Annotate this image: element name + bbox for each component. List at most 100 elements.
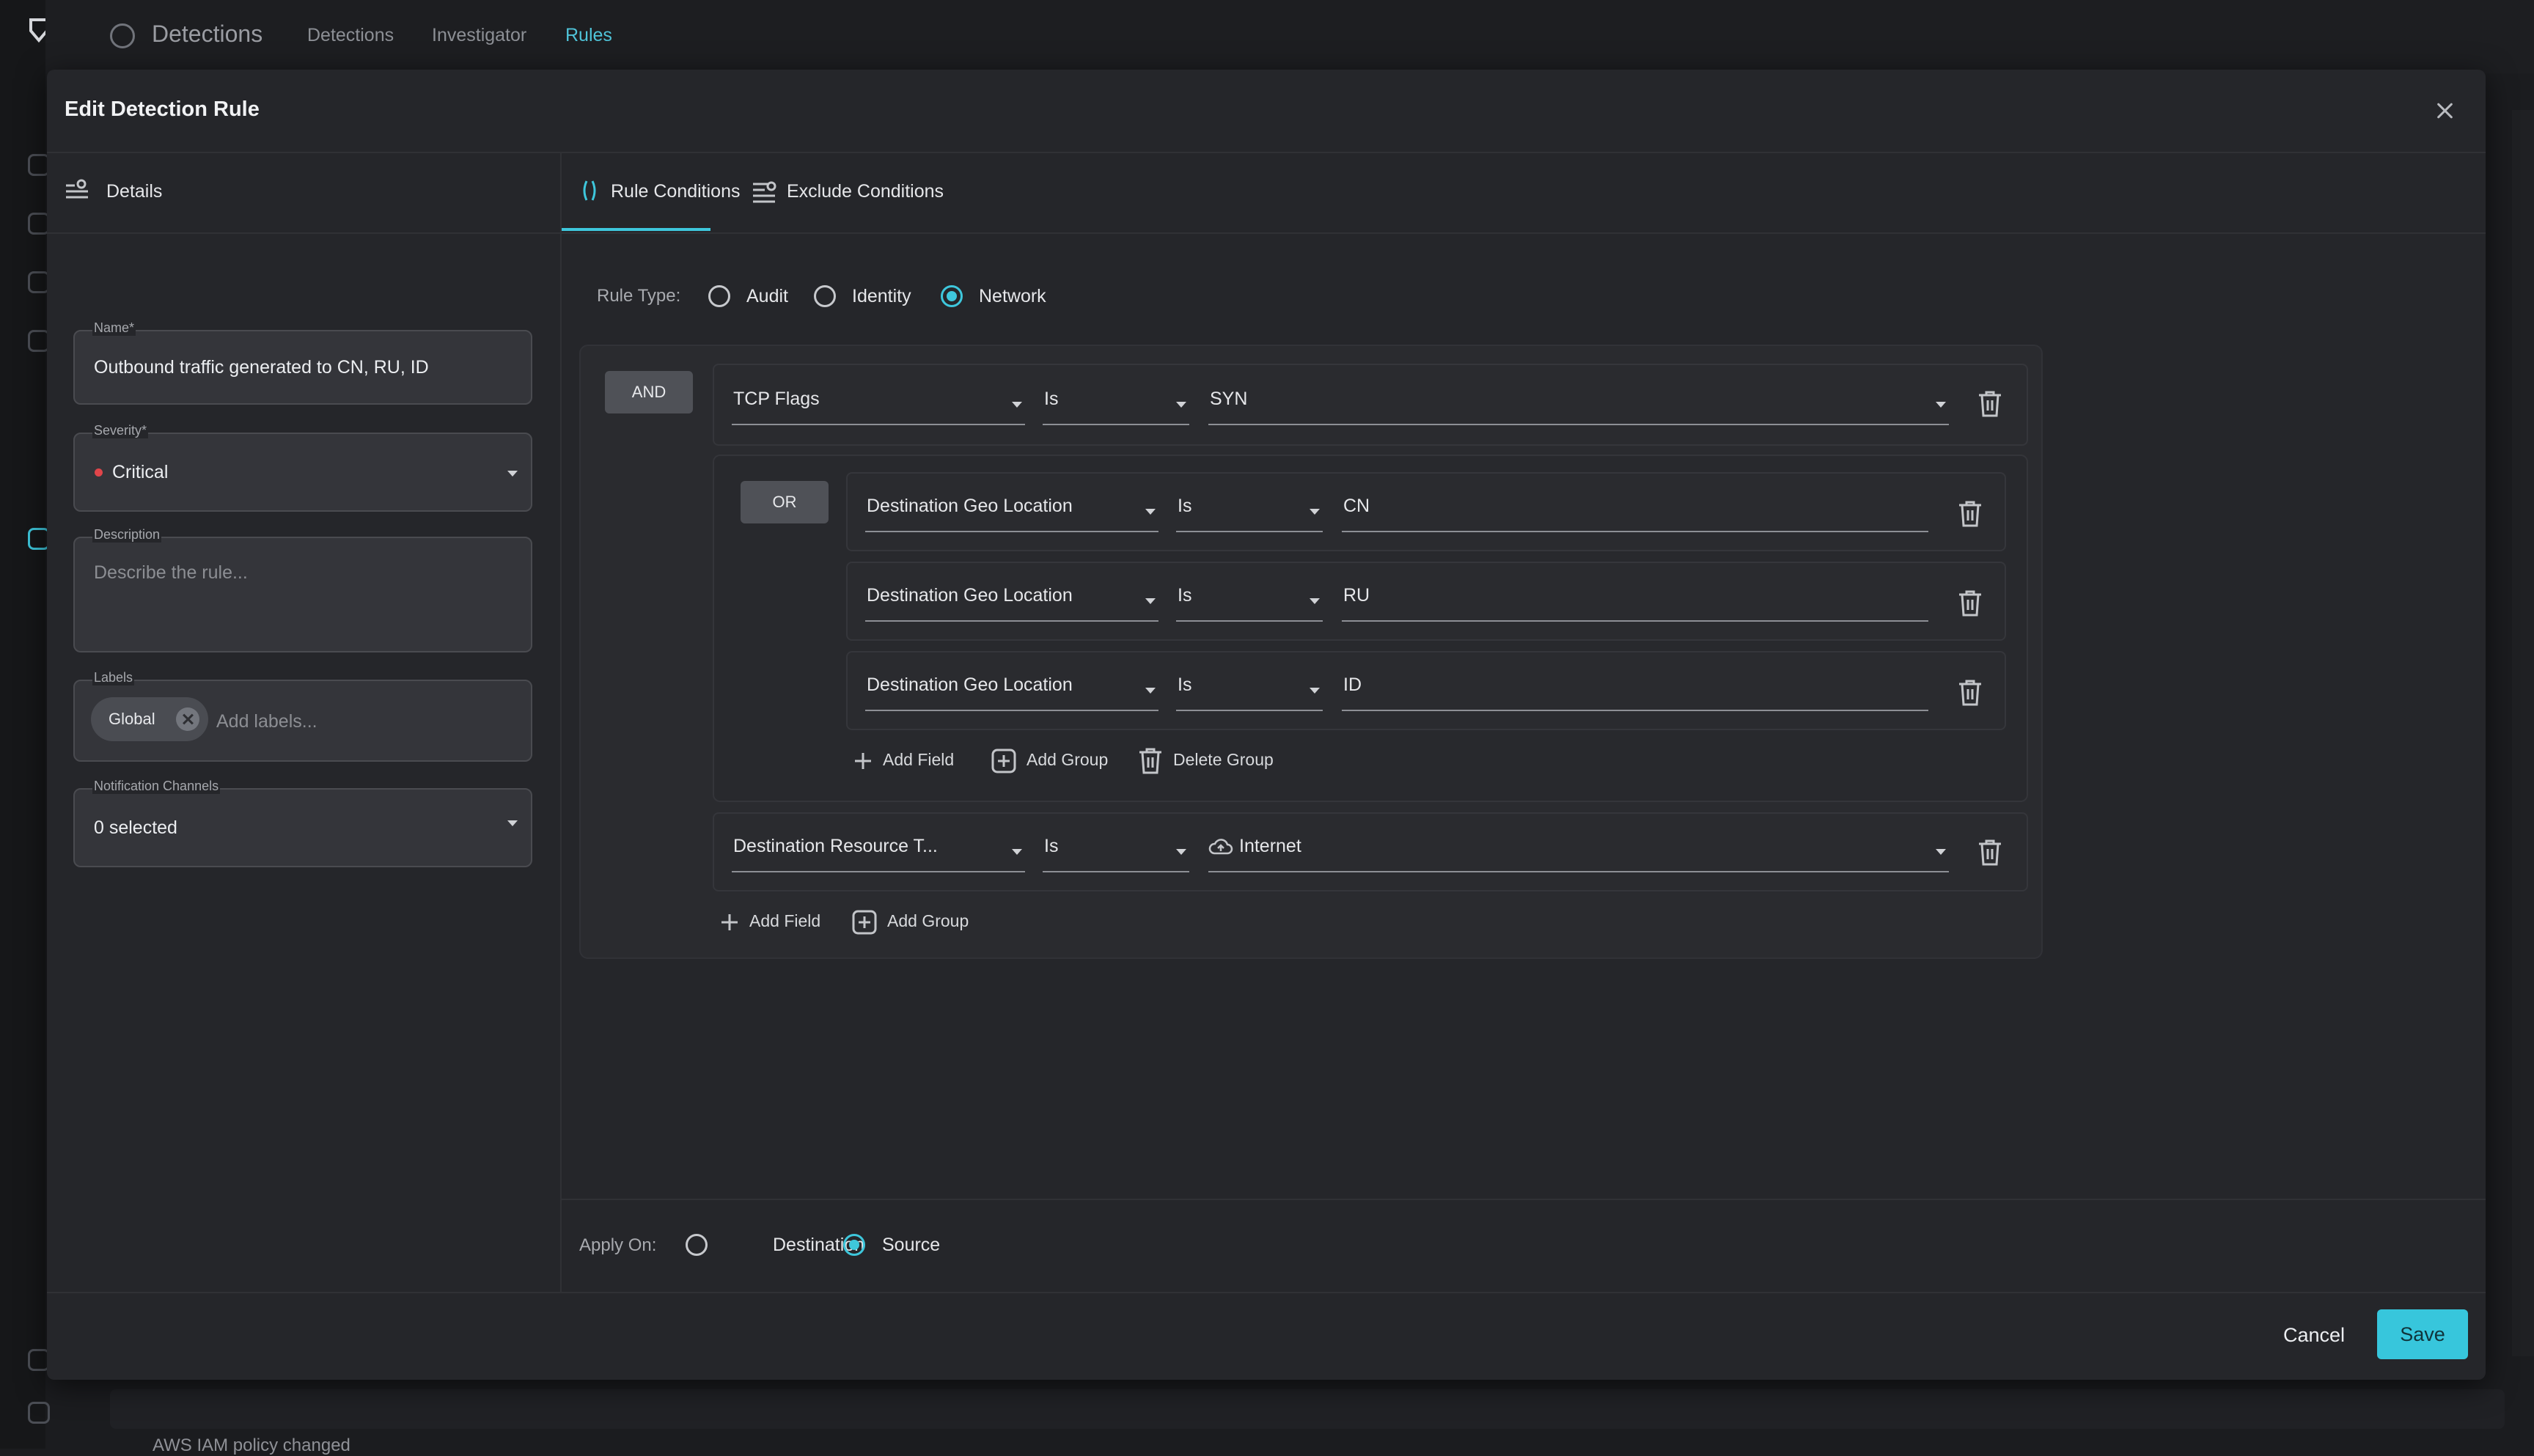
value-input[interactable]: CN (1342, 482, 1928, 532)
field-select-value: Destination Resource T... (733, 836, 938, 856)
description-label: Description (92, 527, 162, 543)
notification-channels-select[interactable]: 0 selected (73, 788, 532, 867)
field-select-value: TCP Flags (733, 389, 820, 409)
condition-row-geo-id: Destination Geo Location Is ID (846, 651, 2006, 730)
add-field-label: Add Field (749, 911, 821, 930)
field-select[interactable]: Destination Geo Location (865, 661, 1158, 711)
severity-select[interactable]: Critical (73, 433, 532, 512)
delete-trash-icon[interactable] (1977, 390, 2002, 418)
radio-network-label: Network (979, 286, 1046, 306)
condition-row-resource-type: Destination Resource T... Is Internet (713, 812, 2028, 891)
group-add-group-button[interactable]: Add Group (991, 749, 1108, 773)
radio-audit-label: Audit (746, 286, 788, 306)
value-input[interactable]: RU (1342, 572, 1928, 622)
chevron-down-icon (1936, 402, 1946, 408)
delete-trash-icon[interactable] (1958, 679, 1983, 707)
tab-rule-conditions-label: Rule Conditions (611, 181, 741, 202)
cancel-button[interactable]: Cancel (2283, 1324, 2345, 1347)
condition-row-geo-cn: Destination Geo Location Is CN (846, 472, 2006, 551)
details-panel: Details Outbound traffic generated to CN… (47, 152, 562, 1292)
tab-rule-conditions[interactable]: Rule Conditions (562, 152, 741, 232)
operator-select[interactable]: Is (1176, 661, 1323, 711)
chevron-down-icon (1145, 598, 1156, 604)
cloud-icon (1208, 839, 1233, 855)
nav-investigator[interactable]: Investigator (432, 25, 526, 46)
nav-detections[interactable]: Detections (307, 25, 394, 46)
group-add-group-label: Add Group (1027, 750, 1109, 770)
rail-user-settings-icon[interactable] (28, 1402, 50, 1424)
radio-destination[interactable] (686, 1234, 708, 1256)
field-select[interactable]: TCP Flags (732, 375, 1025, 425)
chevron-down-icon (1936, 849, 1946, 855)
or-operator-button[interactable]: OR (741, 481, 829, 523)
condition-row-geo-ru: Destination Geo Location Is RU (846, 562, 2006, 641)
radio-identity[interactable] (814, 285, 836, 307)
chevron-down-icon (1012, 402, 1022, 408)
severity-value: Critical (112, 462, 169, 482)
notification-label: Notification Channels (92, 779, 221, 794)
rule-type-label: Rule Type: (597, 286, 681, 306)
operator-select-value: Is (1044, 836, 1059, 856)
add-group-icon (991, 749, 1016, 773)
chevron-down-icon (1145, 509, 1156, 515)
labels-input[interactable]: Global Add labels... (73, 680, 532, 762)
name-label: Name* (92, 320, 136, 336)
delete-trash-icon[interactable] (1958, 500, 1983, 528)
operator-select-value: Is (1178, 496, 1192, 516)
value-select-value: Internet (1239, 836, 1301, 856)
notification-value: 0 selected (94, 817, 177, 838)
plus-icon (855, 752, 871, 769)
delete-trash-icon[interactable] (1958, 589, 1983, 617)
chevron-down-icon (1310, 688, 1320, 694)
group-add-field-button[interactable]: Add Field (853, 750, 954, 771)
description-textarea[interactable]: Describe the rule... (73, 537, 532, 652)
conditions-builder: AND TCP Flags Is SYN OR Destination Geo … (579, 345, 2043, 959)
field-select[interactable]: Destination Geo Location (865, 482, 1158, 532)
or-condition-group: OR Destination Geo Location Is CN Destin… (713, 455, 2028, 802)
label-chip-global: Global (91, 697, 208, 741)
tab-details[interactable]: Details (47, 152, 560, 234)
top-bar: Detections Detections Investigator Rules (45, 0, 2534, 73)
radio-network[interactable] (941, 285, 963, 307)
delete-group-label: Delete Group (1173, 750, 1274, 770)
remove-label-icon[interactable] (176, 707, 199, 731)
background-row-text: AWS IAM policy changed (153, 1435, 350, 1455)
save-button[interactable]: Save (2377, 1309, 2468, 1359)
exclude-list-icon (753, 181, 776, 203)
apply-on-divider (562, 1199, 2486, 1200)
background-table-row (110, 1389, 2505, 1429)
value-select[interactable]: Internet (1208, 823, 1949, 872)
value-select-value: SYN (1210, 389, 1248, 409)
close-icon[interactable] (2430, 96, 2459, 125)
delete-group-button[interactable]: Delete Group (1138, 747, 1274, 775)
chevron-down-icon (1176, 402, 1186, 408)
apply-on-label: Apply On: (579, 1235, 657, 1255)
add-field-button[interactable]: Add Field (720, 911, 820, 932)
nav-rules[interactable]: Rules (565, 25, 612, 46)
add-group-button[interactable]: Add Group (852, 910, 969, 935)
operator-select[interactable]: Is (1176, 482, 1323, 532)
and-operator-button[interactable]: AND (605, 371, 693, 413)
radio-audit[interactable] (708, 285, 730, 307)
field-select[interactable]: Destination Geo Location (865, 572, 1158, 622)
operator-select[interactable]: Is (1043, 823, 1189, 872)
chevron-down-icon (1176, 849, 1186, 855)
value-input[interactable]: ID (1342, 661, 1928, 711)
group-add-field-label: Add Field (883, 750, 955, 769)
delete-trash-icon (1139, 748, 1161, 774)
radio-source[interactable] (843, 1234, 865, 1256)
modal-header: Edit Detection Rule (47, 70, 2486, 153)
field-select-value: Destination Geo Location (867, 585, 1073, 606)
name-value: Outbound traffic generated to CN, RU, ID (94, 357, 429, 378)
name-field[interactable]: Outbound traffic generated to CN, RU, ID (73, 330, 532, 405)
tab-details-label: Details (106, 181, 163, 202)
value-select[interactable]: SYN (1208, 375, 1949, 425)
operator-select-value: Is (1178, 585, 1192, 606)
tab-exclude-conditions[interactable]: Exclude Conditions (726, 152, 944, 232)
delete-trash-icon[interactable] (1977, 839, 2002, 867)
radio-identity-label: Identity (852, 286, 911, 306)
chevron-down-icon (507, 820, 518, 826)
operator-select[interactable]: Is (1043, 375, 1189, 425)
field-select[interactable]: Destination Resource T... (732, 823, 1025, 872)
operator-select[interactable]: Is (1176, 572, 1323, 622)
